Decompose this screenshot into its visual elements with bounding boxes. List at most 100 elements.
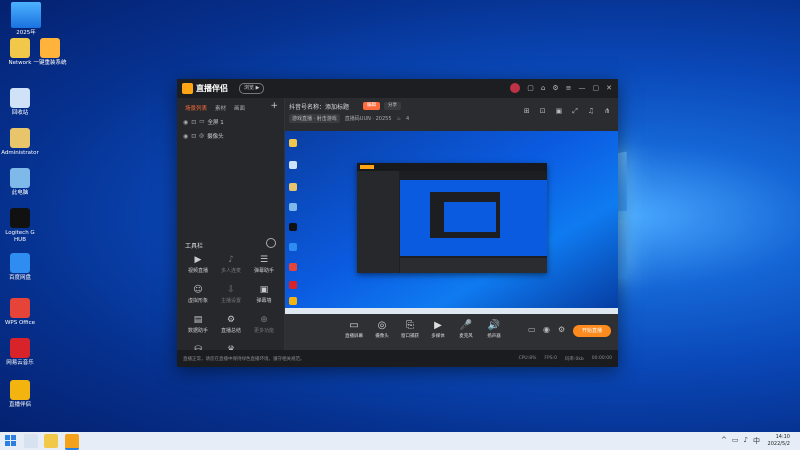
source-control-button[interactable]: ⎘ 窗口捕获 xyxy=(395,320,425,339)
network-icon[interactable]: ▭ xyxy=(732,436,739,446)
settings-icon[interactable]: ⚙ xyxy=(552,84,558,92)
desktop-icon[interactable]: 此电脑 xyxy=(0,168,40,197)
preview-desktop-icon xyxy=(289,297,297,305)
tool-icon: ⇩ xyxy=(227,285,235,295)
desktop-icon[interactable]: 直播伴侣 xyxy=(0,380,40,409)
menu-icon[interactable]: ≡ xyxy=(566,84,572,92)
scene-title[interactable]: 抖音号名称：添加标题 xyxy=(289,102,349,111)
source-control-button[interactable]: ▭ 直播屏幕 xyxy=(339,320,369,339)
tool-label: 数据助手 xyxy=(187,328,208,334)
badge-graphic xyxy=(11,2,41,28)
desktop-icon-label: Logitech G HUB xyxy=(5,230,35,243)
source-control-button[interactable]: 🔊 扬声器 xyxy=(479,320,509,339)
desktop-icon[interactable]: Administrator xyxy=(0,128,40,157)
ime-icon[interactable]: 中 xyxy=(753,436,760,446)
tool-label: 视频直播 xyxy=(187,268,208,274)
maximize-icon[interactable]: ▢ xyxy=(593,84,600,92)
tool-button[interactable]: ▣ 弹幕墙 xyxy=(247,285,281,304)
desktop-icon[interactable]: WPS Office xyxy=(0,298,40,327)
windows-start-icon[interactable] xyxy=(5,435,16,446)
bell-icon[interactable]: ♫ xyxy=(588,107,594,116)
share-button[interactable]: 分享 xyxy=(384,102,401,110)
layout-icon[interactable]: ⊞ xyxy=(524,107,530,116)
tool-label: 虚拟形象 xyxy=(187,298,208,304)
control-label: 扬声器 xyxy=(487,334,501,339)
eye-icon[interactable]: ◉ xyxy=(183,133,188,140)
expand-icon[interactable]: ⤢ xyxy=(572,107,578,116)
viewer-count: 4 xyxy=(406,115,410,122)
tool-icon: ☰ xyxy=(259,255,269,265)
tab-materials[interactable]: 素材 xyxy=(215,104,226,112)
record-icon[interactable]: ▣ xyxy=(556,107,563,116)
volume-icon[interactable]: ♪ xyxy=(744,436,748,446)
tool-button[interactable]: ⚙ 直播总结 xyxy=(214,315,248,334)
stream-id: 直播码UUN · 20255 xyxy=(344,116,392,122)
taskbar-clock[interactable]: 14:10 2022/5/2 xyxy=(768,434,790,447)
minimize-icon[interactable]: — xyxy=(579,84,586,92)
file-explorer-icon[interactable] xyxy=(44,434,58,448)
live-companion-taskbar-icon[interactable] xyxy=(65,434,79,450)
source-control-button[interactable]: 🎤 麦克风 xyxy=(451,320,481,339)
desktop-icon-label: 此电脑 xyxy=(11,190,29,196)
desktop-icon[interactable]: Logitech G HUB xyxy=(0,208,40,244)
tool-button[interactable]: ▶ 视频直播 xyxy=(181,255,215,274)
monitor-icon: ▭ xyxy=(199,119,205,125)
live-companion-window: 直播伴侣 浏览 ▶ ▢ ⌂ ⚙ ≡ — ▢ ✕ 场景列表 素材 画面 + ◉ ⊡… xyxy=(177,79,618,367)
edit-button[interactable]: 编辑 xyxy=(363,102,380,110)
scene-item[interactable]: ◉ ⊡ ▭ 全屏 1 xyxy=(177,115,284,129)
main-panel: 抖音号名称：添加标题 编辑 分享 游戏直播 · 射击游戏 直播码UUN · 20… xyxy=(285,98,618,350)
tool-label: 弹幕助手 xyxy=(253,268,274,274)
stream-preview[interactable] xyxy=(285,131,618,314)
tool-label: 更多功能 xyxy=(253,328,274,334)
record-icon[interactable]: ▭ xyxy=(528,325,536,334)
gift-icon[interactable]: ⌂ xyxy=(541,84,545,92)
tab-scenes[interactable]: 场景列表 xyxy=(185,104,207,112)
help-icon[interactable] xyxy=(266,238,276,248)
control-icon: ⎘ xyxy=(406,320,414,331)
settings-icon[interactable]: ⚙ xyxy=(558,325,565,334)
app-logo-icon xyxy=(182,83,193,94)
control-label: 麦克风 xyxy=(459,334,473,339)
category-tag[interactable]: 游戏直播 · 射击游戏 xyxy=(289,114,340,123)
status-stats: CPU:8% FPS:0 码率:0kb 00:00:00 xyxy=(519,356,612,362)
desktop-icon[interactable]: 网易云音乐 xyxy=(0,338,40,367)
close-icon[interactable]: ✕ xyxy=(606,84,612,92)
login-pill-button[interactable]: 浏览 ▶ xyxy=(239,83,265,94)
status-bar: 直播正常，请您在直播中保持绿色直播环境，遵守相关规范。 CPU:8% FPS:0… xyxy=(177,350,618,367)
tool-button[interactable]: ⇩ 主播设置 xyxy=(214,285,248,304)
eye-icon[interactable]: ◉ xyxy=(183,119,188,126)
source-control-button[interactable]: ▶ 多媒体 xyxy=(423,320,453,339)
tools-heading: 工具栏 xyxy=(185,243,204,250)
lock-icon[interactable]: ⊡ xyxy=(191,119,196,126)
tool-button[interactable]: ⊕ 更多功能 xyxy=(247,315,281,334)
desktop-icon[interactable]: 一键重装系统 xyxy=(30,38,70,67)
go-live-button[interactable]: 开始直播 xyxy=(573,325,611,337)
source-control-button[interactable]: ◎ 摄像头 xyxy=(367,320,397,339)
control-icon: 🔊 xyxy=(487,320,501,331)
desktop-icon[interactable]: 百度网盘 xyxy=(0,253,40,282)
lock-icon[interactable]: ⊡ xyxy=(540,107,546,116)
tool-button[interactable]: ▤ 数据助手 xyxy=(181,315,215,334)
source-controls: ▭ 直播屏幕 ◎ 摄像头 ⎘ 窗口捕获 ▶ 多媒体 🎤 麦克风 🔊 扬声器 ▭ ◉ ⚙ 开始直播 xyxy=(285,314,618,350)
add-scene-button[interactable]: + xyxy=(270,101,278,111)
badge-label: 2025年 xyxy=(16,30,36,36)
share-icon[interactable]: ⋔ xyxy=(604,107,610,116)
tool-button[interactable]: ☺ 虚拟形象 xyxy=(181,285,215,304)
lock-icon[interactable]: ⊡ xyxy=(191,133,196,140)
chevron-up-icon[interactable]: ^ xyxy=(721,436,727,446)
task-view-icon[interactable] xyxy=(24,434,38,448)
app-icon xyxy=(10,208,30,228)
tool-button[interactable]: ♪ 多人连麦 xyxy=(214,255,248,274)
scene-item[interactable]: ◉ ⊡ ◎ 摄像头 xyxy=(177,129,284,143)
desktop-icon-label: 网易云音乐 xyxy=(6,360,34,366)
top-badge[interactable]: 2025年 xyxy=(8,2,44,37)
capture-icon[interactable]: ◉ xyxy=(543,325,550,334)
tab-canvas[interactable]: 画面 xyxy=(234,104,245,112)
desktop-icon[interactable]: 回收站 xyxy=(0,88,40,117)
tool-button[interactable]: ☰ 弹幕助手 xyxy=(247,255,281,274)
app-icon xyxy=(10,168,30,188)
message-icon[interactable]: ▢ xyxy=(527,84,534,92)
avatar[interactable] xyxy=(510,83,521,93)
control-icon: ▶ xyxy=(434,320,442,331)
tool-icon: ⚙ xyxy=(226,315,236,325)
